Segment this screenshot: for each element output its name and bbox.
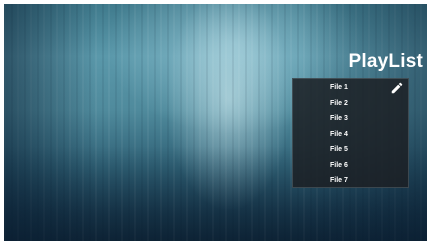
playlist-title: PlayList	[348, 51, 423, 72]
file-item-3[interactable]: File 3	[330, 113, 348, 125]
file-item-7[interactable]: File 7	[330, 175, 348, 187]
edit-button[interactable]	[390, 81, 404, 95]
file-item-4[interactable]: File 4	[330, 129, 348, 141]
pencil-icon	[391, 82, 403, 94]
playlist-panel: File 1 File 2 File 3 File 4 File 5 File …	[292, 78, 409, 188]
file-item-2[interactable]: File 2	[330, 98, 348, 110]
file-item-6[interactable]: File 6	[330, 160, 348, 172]
file-item-5[interactable]: File 5	[330, 144, 348, 156]
file-item-1[interactable]: File 1	[330, 82, 348, 94]
